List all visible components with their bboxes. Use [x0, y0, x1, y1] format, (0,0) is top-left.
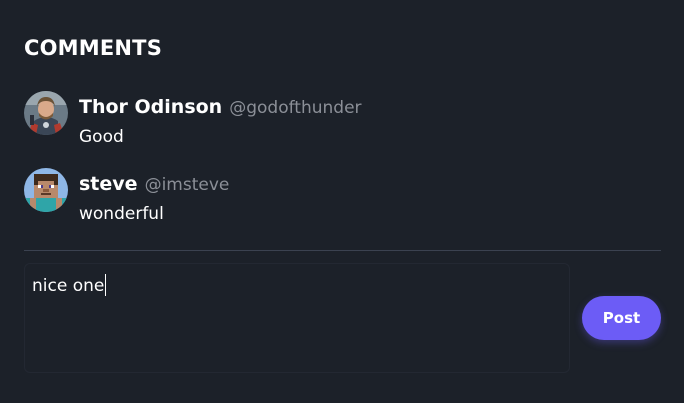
author-name[interactable]: steve	[79, 173, 138, 195]
minecraft-steve-avatar-icon	[24, 168, 68, 212]
comment-item: steve @imsteve wonderful	[24, 168, 229, 224]
divider	[24, 250, 661, 251]
comment-header: steve @imsteve	[79, 173, 229, 195]
comment-composer: nice one	[24, 263, 570, 373]
avatar[interactable]	[24, 168, 68, 212]
comments-panel: COMMENTS Thor Odinson @godofthunder Good…	[0, 0, 684, 403]
comment-body: Thor Odinson @godofthunder Good	[79, 96, 362, 147]
comment-header: Thor Odinson @godofthunder	[79, 96, 362, 118]
section-title: COMMENTS	[24, 36, 163, 60]
comment-text: Good	[79, 127, 124, 147]
avatar[interactable]	[24, 91, 68, 135]
author-handle[interactable]: @godofthunder	[229, 98, 361, 118]
comment-body: steve @imsteve wonderful	[79, 173, 229, 224]
comment-item: Thor Odinson @godofthunder Good	[24, 91, 362, 147]
author-handle[interactable]: @imsteve	[145, 175, 230, 195]
thor-avatar-icon	[24, 91, 68, 135]
post-button[interactable]: Post	[582, 296, 661, 340]
author-name[interactable]: Thor Odinson	[79, 96, 222, 118]
comment-text: wonderful	[79, 204, 164, 224]
comment-input[interactable]	[25, 264, 569, 372]
